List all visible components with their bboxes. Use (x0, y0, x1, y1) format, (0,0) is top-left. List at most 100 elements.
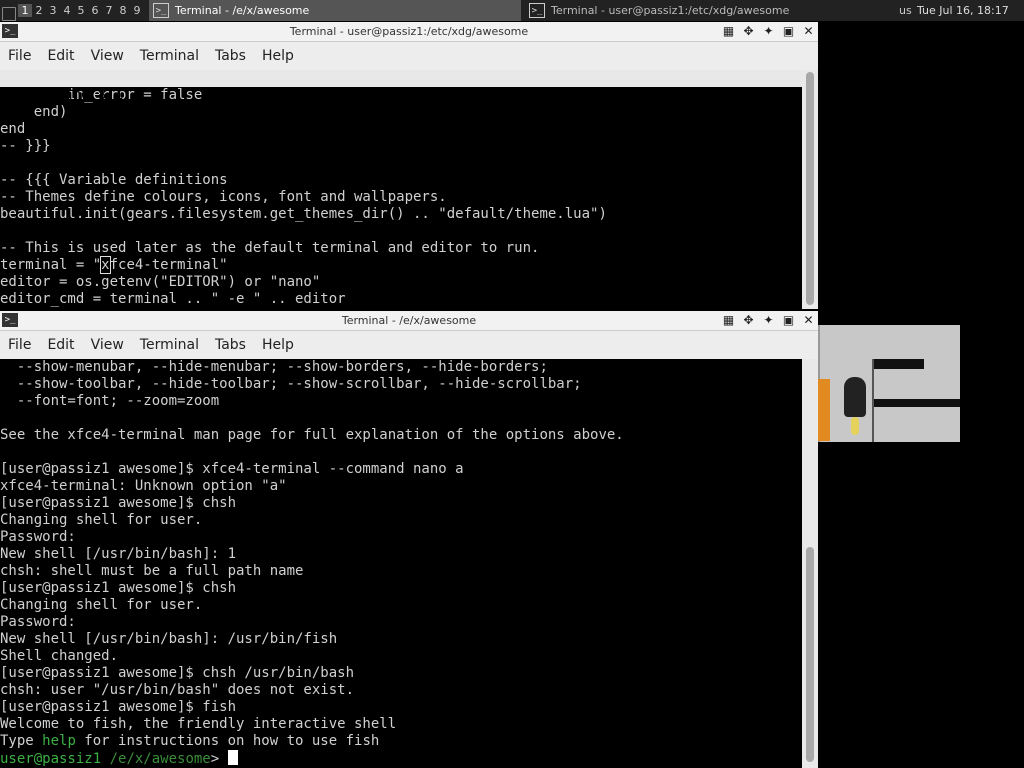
tag-8[interactable]: 8 (116, 4, 130, 17)
text-line: -- Themes define colours, icons, font an… (0, 189, 447, 205)
text-line: chsh: user "/usr/bin/bash" does not exis… (0, 682, 355, 698)
menu-terminal[interactable]: Terminal (132, 337, 207, 353)
prompt-symbol: > (210, 751, 228, 767)
text-line: Changing shell for user. (0, 597, 203, 613)
menu-terminal[interactable]: Terminal (132, 48, 207, 64)
close-icon[interactable]: ✕ (801, 23, 816, 39)
text-segment: Type (0, 733, 43, 749)
taskbar-item-terminal-awesome[interactable]: >_ Terminal - /e/x/awesome (149, 0, 521, 21)
menu-help[interactable]: Help (254, 337, 302, 353)
help-keyword: help (42, 733, 76, 749)
launcher-icon[interactable] (0, 0, 18, 21)
tag-list: 123456789 (18, 4, 144, 17)
text-line (0, 410, 802, 427)
text-line: New shell [/usr/bin/bash]: 1 (0, 546, 237, 562)
terminal-content[interactable]: --show-menubar, --hide-menubar; --show-b… (0, 359, 802, 768)
text-segment: fce4-terminal" (109, 257, 228, 273)
maximize-icon[interactable]: ✥ (741, 23, 756, 39)
text-line: --show-toolbar, --hide-toolbar; --show-s… (0, 376, 582, 392)
editor-line-cursor[interactable]: terminal = "xfce4-terminal" (0, 256, 802, 274)
menu-edit[interactable]: Edit (39, 337, 82, 353)
editor-text-after[interactable]: editor = os.getenv("EDITOR") or "nano" ed… (0, 274, 802, 308)
scrollbar-thumb[interactable] (806, 547, 814, 762)
keyboard-layout-indicator[interactable]: us (899, 0, 912, 21)
text-line: Password: (0, 529, 76, 545)
terminal-icon: >_ (529, 3, 545, 18)
tag-7[interactable]: 7 (102, 4, 116, 17)
preview-bar (874, 359, 924, 369)
close-icon[interactable]: ✕ (801, 312, 816, 328)
tag-1[interactable]: 1 (18, 4, 32, 17)
menu-file[interactable]: File (0, 337, 39, 353)
text-segment: for instructions on how to use fish (75, 733, 380, 749)
tag-4[interactable]: 4 (60, 4, 74, 17)
tag-3[interactable]: 3 (46, 4, 60, 17)
ontop-icon[interactable]: ▣ (781, 23, 796, 39)
menu-tabs[interactable]: Tabs (207, 48, 254, 64)
text-line: [user@passiz1 awesome]$ chsh (0, 495, 237, 511)
menu-view[interactable]: View (83, 48, 132, 64)
taskbar-item-label: Terminal - /e/x/awesome (175, 4, 310, 17)
shell-prompt[interactable]: user@passiz1 /e/x/awesome> (0, 750, 802, 767)
tag-5[interactable]: 5 (74, 4, 88, 17)
terminal-window-shell[interactable]: >_ Terminal - /e/x/awesome ▦ ✥ ✦ ▣ ✕ Fil… (0, 311, 818, 768)
vertical-scrollbar[interactable] (802, 359, 818, 768)
text-line (0, 223, 802, 240)
nano-header: GNU nano 8.1 rc.lua (0, 70, 802, 120)
menu-help[interactable]: Help (254, 48, 302, 64)
prompt-user-host: user@passiz1 (0, 751, 102, 767)
text-line (0, 444, 802, 461)
rocket-icon (844, 377, 866, 417)
nano-version: GNU nano 8.1 (22, 87, 124, 103)
terminal-window-nano[interactable]: >_ Terminal - user@passiz1:/etc/xdg/awes… (0, 22, 818, 309)
text-line: [user@passiz1 awesome]$ chsh (0, 580, 237, 596)
client-preview-thumbnail (818, 325, 960, 442)
text-line: --font=font; --zoom=zoom (0, 393, 220, 409)
text-line: editor = os.getenv("EDITOR") or "nano" (0, 274, 321, 290)
nano-filename: rc.lua (392, 104, 443, 120)
text-line: See the xfce4-terminal man page for full… (0, 427, 624, 443)
text-line: Changing shell for user. (0, 512, 203, 528)
text-line: chsh: shell must be a full path name (0, 563, 304, 579)
window-titlebar[interactable]: >_ Terminal - user@passiz1:/etc/xdg/awes… (0, 22, 818, 42)
flame-icon (851, 417, 859, 435)
text-line: New shell [/usr/bin/bash]: /usr/bin/fish (0, 631, 338, 647)
taskbar-item-terminal-xdg[interactable]: >_ Terminal - user@passiz1:/etc/xdg/awes… (525, 0, 895, 21)
text-line: xfce4-terminal: Unknown option "a" (0, 478, 287, 494)
maximize-icon[interactable]: ✥ (741, 312, 756, 328)
vertical-scrollbar[interactable] (802, 70, 818, 309)
terminal-cursor (227, 750, 238, 765)
text-line: Shell changed. (0, 648, 119, 664)
window-titlebar[interactable]: >_ Terminal - /e/x/awesome ▦ ✥ ✦ ▣ ✕ (0, 311, 818, 331)
menu-file[interactable]: File (0, 48, 39, 64)
text-line: -- }}} (0, 138, 51, 154)
menu-tabs[interactable]: Tabs (207, 337, 254, 353)
menu-view[interactable]: View (83, 337, 132, 353)
text-line: editor_cmd = terminal .. " -e " .. edito… (0, 291, 346, 307)
fish-help-line: Type help for instructions on how to use… (0, 733, 802, 750)
taskbar-item-label: Terminal - user@passiz1:/etc/xdg/awesome (551, 4, 790, 17)
text-line: [user@passiz1 awesome]$ chsh /usr/bin/ba… (0, 665, 355, 681)
ontop-icon[interactable]: ▣ (781, 312, 796, 328)
floating-icon[interactable]: ▦ (721, 312, 736, 328)
tag-6[interactable]: 6 (88, 4, 102, 17)
clock[interactable]: Tue Jul 16, 18:17 (917, 0, 1009, 21)
tag-9[interactable]: 9 (130, 4, 144, 17)
menu-bar: File Edit View Terminal Tabs Help (0, 331, 818, 359)
sticky-icon[interactable]: ✦ (761, 312, 776, 328)
prompt-path: /e/x/awesome (101, 751, 211, 767)
terminal-output: --show-menubar, --hide-menubar; --show-b… (0, 359, 802, 733)
sticky-icon[interactable]: ✦ (761, 23, 776, 39)
preview-orange-block (818, 379, 830, 441)
tag-2[interactable]: 2 (32, 4, 46, 17)
text-line (0, 155, 802, 172)
text-line: -- This is used later as the default ter… (0, 240, 540, 256)
menu-edit[interactable]: Edit (39, 48, 82, 64)
terminal-content[interactable]: GNU nano 8.1 rc.lua in_error = false end… (0, 70, 802, 309)
text-line: end (0, 121, 802, 138)
terminal-icon: >_ (153, 3, 169, 18)
scrollbar-thumb[interactable] (806, 72, 814, 305)
menu-bar: File Edit View Terminal Tabs Help (0, 42, 818, 70)
floating-icon[interactable]: ▦ (721, 23, 736, 39)
text-line: Welcome to fish, the friendly interactiv… (0, 716, 397, 732)
